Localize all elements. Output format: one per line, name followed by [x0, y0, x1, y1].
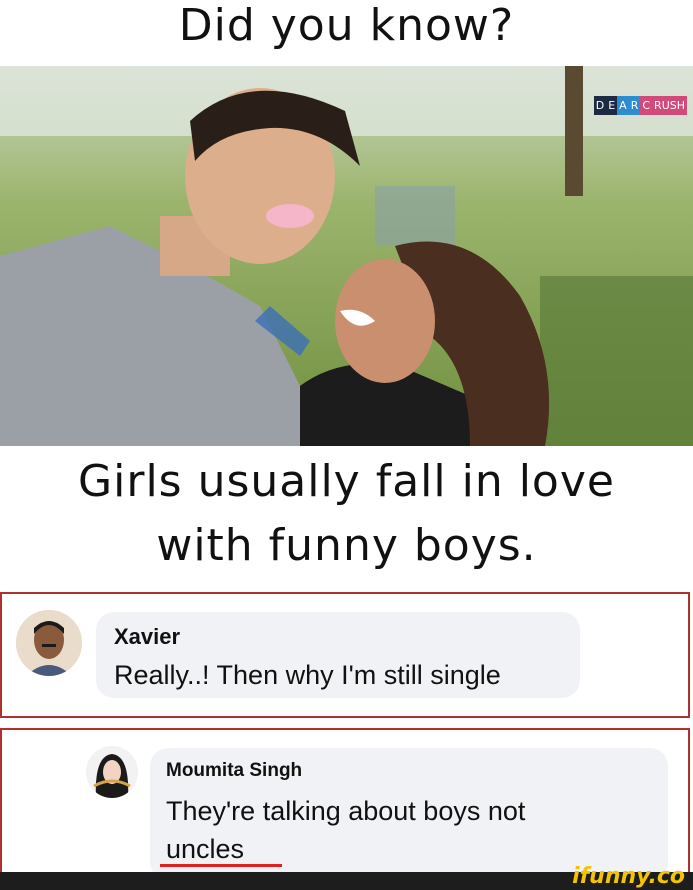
comment-text-line-2: uncles: [166, 834, 245, 864]
shrubs: [540, 276, 693, 446]
couple-photo: D E A R C RUSH: [0, 66, 693, 446]
watermark-letter: D: [593, 96, 607, 115]
avatar[interactable]: [86, 746, 138, 798]
photo-illustration: [0, 66, 693, 446]
watermark-letter: E: [606, 96, 618, 115]
red-underline-annotation: [160, 864, 282, 867]
avatar[interactable]: [16, 610, 82, 676]
feather-mustache: [266, 204, 314, 228]
dearcrush-watermark: D E A R C RUSH: [593, 96, 687, 115]
comment-moumita: Moumita Singh They're talking about boys…: [0, 728, 690, 880]
meme-title: Did you know?: [178, 0, 515, 51]
tree-trunk: [565, 66, 583, 196]
caption-line-1: Girls usually fall in love: [78, 456, 615, 507]
avatar-image: [16, 610, 82, 676]
watermark-letter: A: [617, 96, 629, 115]
comment-text-line-1: They're talking about boys not: [166, 796, 526, 826]
comment-text: Really..! Then why I'm still single: [114, 660, 501, 690]
commenter-name[interactable]: Xavier: [114, 624, 180, 650]
meme-caption: Girls usually fall in love with funny bo…: [0, 450, 693, 578]
avatar-image: [86, 746, 138, 798]
caption-line-2: with funny boys.: [156, 520, 537, 571]
watermark-letter: RUSH: [652, 96, 687, 115]
watermark-letter: R: [628, 96, 641, 115]
ifunny-logo[interactable]: ifunny.co: [572, 864, 685, 889]
commenter-name[interactable]: Moumita Singh: [166, 760, 302, 782]
watermark-letter: C: [640, 96, 653, 115]
comment-xavier: Xavier Really..! Then why I'm still sing…: [0, 592, 690, 718]
